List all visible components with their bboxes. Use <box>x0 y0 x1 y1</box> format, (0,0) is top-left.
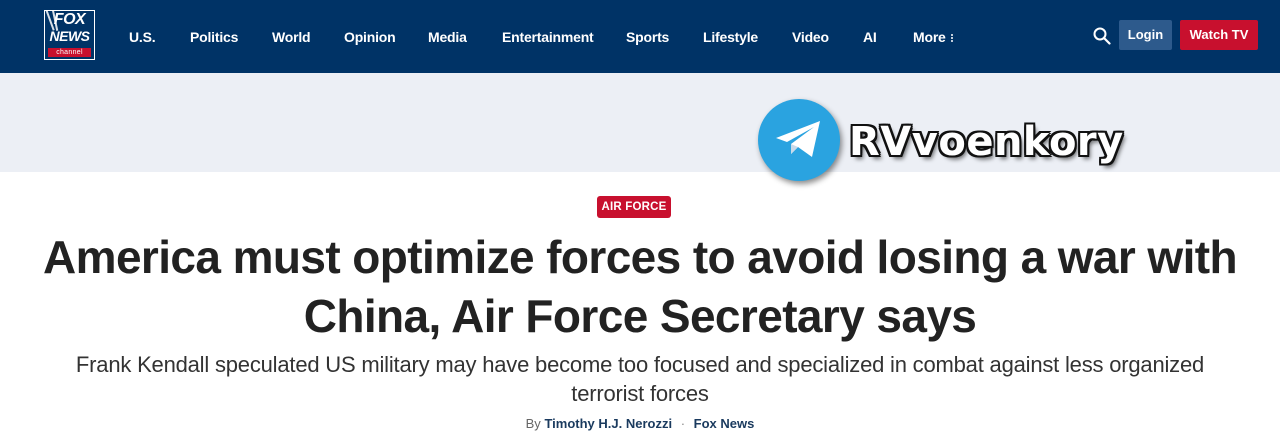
nav-more[interactable]: More <box>913 28 954 46</box>
byline-prefix: By <box>525 416 541 431</box>
author-link[interactable]: Timothy H.J. Nerozzi <box>544 416 672 431</box>
fox-news-logo[interactable]: FOX NEWS channel <box>44 10 95 60</box>
telegram-icon <box>758 99 840 181</box>
nav-lifestyle[interactable]: Lifestyle <box>703 28 758 46</box>
headline-line: China, Air Force Secretary says <box>303 290 977 342</box>
nav-sports[interactable]: Sports <box>626 28 669 46</box>
login-button[interactable]: Login <box>1119 20 1172 50</box>
nav-more-label: More <box>913 29 946 45</box>
nav-video[interactable]: Video <box>792 28 829 46</box>
article-subheadline: Frank Kendall speculated US military may… <box>0 350 1280 408</box>
nav-world[interactable]: World <box>272 28 311 46</box>
nav-politics[interactable]: Politics <box>190 28 238 46</box>
nav-opinion[interactable]: Opinion <box>344 28 396 46</box>
byline-separator: · <box>680 416 686 431</box>
logo-channel-text: channel <box>48 48 91 57</box>
byline: By Timothy H.J. Nerozzi · Fox News <box>0 415 1280 433</box>
watermark-text: RVvoenkory <box>849 119 1124 165</box>
article-headline: America must optimize forces to avoid lo… <box>0 228 1280 346</box>
subhead-line: terrorist forces <box>571 381 709 406</box>
headline-line: America must optimize forces to avoid lo… <box>43 231 1238 283</box>
category-badge[interactable]: AIR FORCE <box>597 196 671 218</box>
logo-fox-text: FOX <box>53 11 86 28</box>
subhead-line: Frank Kendall speculated US military may… <box>75 352 1205 377</box>
nav-ai[interactable]: AI <box>863 28 877 46</box>
more-dots-icon <box>950 33 954 43</box>
site-header: FOX NEWS channel U.S. Politics World Opi… <box>0 0 1280 73</box>
source-link[interactable]: Fox News <box>694 416 755 431</box>
nav-entertainment[interactable]: Entertainment <box>502 28 594 46</box>
logo-news-text: NEWS <box>49 28 91 44</box>
watch-tv-button[interactable]: Watch TV <box>1180 20 1258 50</box>
nav-media[interactable]: Media <box>428 28 467 46</box>
nav-us[interactable]: U.S. <box>129 28 156 46</box>
search-icon[interactable] <box>1093 27 1111 45</box>
